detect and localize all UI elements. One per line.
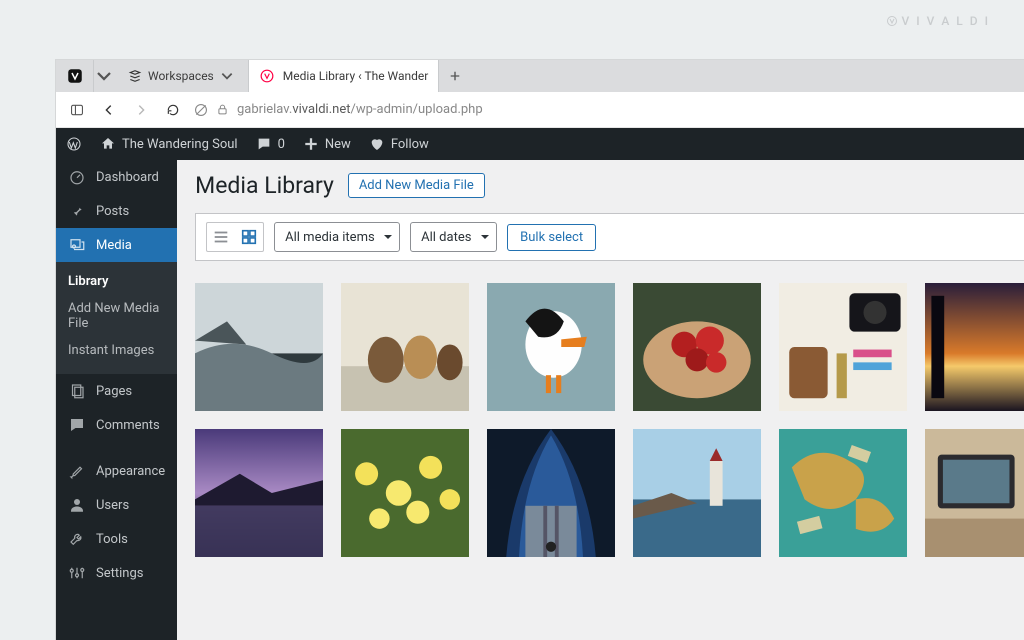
sidebar-item-label: Settings [96, 566, 143, 581]
new-label: New [325, 137, 351, 152]
sidebar-item-label: Pages [96, 384, 132, 399]
media-grid [195, 283, 1024, 557]
nav-back-button[interactable] [102, 103, 116, 117]
sidebar-item-label: Dashboard [96, 170, 159, 185]
sidebar-item-media[interactable]: Media [56, 228, 177, 262]
tracker-shield-icon [194, 103, 208, 117]
wrench-icon [68, 530, 86, 548]
lock-icon [216, 103, 229, 116]
plus-icon [303, 136, 319, 152]
sidebar-item-label: Media [96, 238, 132, 253]
media-item[interactable] [487, 429, 615, 557]
tab-favicon-vivaldi [259, 68, 275, 84]
panel-toggle-icon[interactable] [70, 103, 84, 117]
browser-tab[interactable]: Media Library ‹ The Wander [249, 60, 440, 92]
filter-media-type[interactable]: All media items [274, 222, 400, 252]
sidebar-item-label: Users [96, 498, 129, 513]
sidebar-item-pages[interactable]: Pages [56, 374, 177, 408]
follow-button[interactable]: Follow [369, 136, 429, 152]
wp-logo-button[interactable] [66, 136, 82, 152]
media-filter-bar: All media items All dates Bulk select [195, 213, 1024, 261]
gauge-icon [68, 168, 86, 186]
media-item[interactable] [633, 283, 761, 411]
workspaces-label: Workspaces [148, 69, 214, 83]
view-grid-button[interactable] [235, 223, 263, 251]
media-item[interactable] [487, 283, 615, 411]
sidebar-item-label: Posts [96, 204, 129, 219]
sidebar-item-label: Tools [96, 532, 128, 547]
sidebar-item-tools[interactable]: Tools [56, 522, 177, 556]
sidebar-item-comments[interactable]: Comments [56, 408, 177, 442]
url-field[interactable]: gabrielav.vivaldi.net/wp-admin/upload.ph… [194, 102, 483, 117]
home-icon [100, 136, 116, 152]
wp-main-content: Media Library Add New Media File All med… [177, 160, 1024, 640]
site-title: The Wandering Soul [122, 137, 238, 152]
nav-forward-button[interactable] [134, 103, 148, 117]
media-item[interactable] [195, 429, 323, 557]
sidebar-item-users[interactable]: Users [56, 488, 177, 522]
wp-admin-bar: The Wandering Soul 0 New Follow [56, 128, 1024, 160]
user-icon [68, 496, 86, 514]
browser-window: Workspaces Media Library ‹ The Wander ga… [56, 60, 1024, 640]
sidebar-submenu-media: Library Add New Media File Instant Image… [56, 262, 177, 374]
comment-icon [256, 136, 272, 152]
comments-link[interactable]: 0 [256, 136, 285, 152]
sidebar-sub-add-new[interactable]: Add New Media File [56, 295, 177, 337]
tab-title: Media Library ‹ The Wander [283, 69, 429, 83]
media-item[interactable] [925, 283, 1024, 411]
media-item[interactable] [341, 283, 469, 411]
media-item[interactable] [195, 283, 323, 411]
heart-icon [369, 136, 385, 152]
view-switch [206, 222, 264, 252]
chevron-down-icon [220, 69, 234, 83]
sidebar-item-label: Comments [96, 418, 160, 433]
sidebar-item-settings[interactable]: Settings [56, 556, 177, 590]
vivaldi-menu-button[interactable] [56, 60, 94, 92]
workspaces-button[interactable]: Workspaces [114, 60, 249, 92]
comment-icon [68, 416, 86, 434]
page-title: Media Library [195, 172, 334, 199]
bulk-select-button[interactable]: Bulk select [507, 224, 596, 251]
media-item[interactable] [925, 429, 1024, 557]
media-item[interactable] [779, 429, 907, 557]
comments-count: 0 [278, 137, 285, 152]
sidebar-item-label: Appearance [96, 464, 165, 479]
media-item[interactable] [779, 283, 907, 411]
pin-icon [68, 202, 86, 220]
address-bar: gabrielav.vivaldi.net/wp-admin/upload.ph… [56, 92, 1024, 128]
follow-label: Follow [391, 137, 429, 152]
wp-sidebar: Dashboard Posts Media Library Add New Me… [56, 160, 177, 640]
media-item[interactable] [341, 429, 469, 557]
add-new-media-button[interactable]: Add New Media File [348, 173, 485, 198]
sidebar-sub-instant-images[interactable]: Instant Images [56, 337, 177, 364]
new-content-button[interactable]: New [303, 136, 351, 152]
tab-strip: Workspaces Media Library ‹ The Wander [56, 60, 1024, 92]
reload-button[interactable] [166, 103, 180, 117]
sidebar-item-posts[interactable]: Posts [56, 194, 177, 228]
media-icon [68, 236, 86, 254]
sidebar-item-dashboard[interactable]: Dashboard [56, 160, 177, 194]
new-tab-button[interactable] [439, 60, 471, 92]
vivaldi-watermark: V I V A L D I [886, 14, 990, 28]
menu-chevron-icon[interactable] [94, 60, 114, 92]
brush-icon [68, 462, 86, 480]
site-home-link[interactable]: The Wandering Soul [100, 136, 238, 152]
sliders-icon [68, 564, 86, 582]
media-item[interactable] [633, 429, 761, 557]
url-text: gabrielav.vivaldi.net/wp-admin/upload.ph… [237, 102, 483, 117]
sidebar-sub-library[interactable]: Library [56, 268, 177, 295]
sidebar-item-appearance[interactable]: Appearance [56, 454, 177, 488]
view-list-button[interactable] [207, 223, 235, 251]
filter-dates[interactable]: All dates [410, 222, 497, 252]
pages-icon [68, 382, 86, 400]
